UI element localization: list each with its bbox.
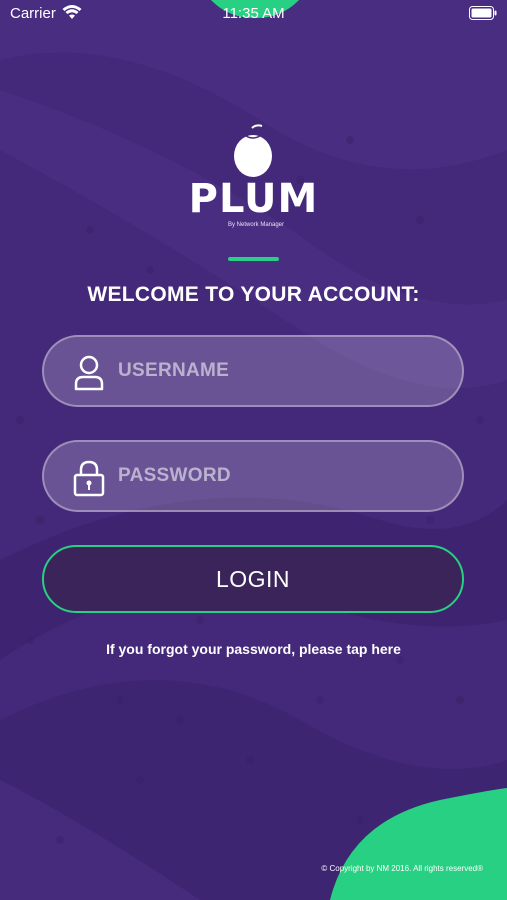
welcome-heading: WELCOME TO YOUR ACCOUNT: bbox=[87, 283, 420, 306]
logo-underline bbox=[228, 257, 279, 261]
copyright-text: © Copyright by NM 2016. All rights reser… bbox=[321, 864, 483, 873]
status-bar: Carrier 11:35 AM bbox=[0, 0, 507, 28]
logo-subtitle: By Network Manager bbox=[228, 222, 285, 228]
username-input[interactable] bbox=[118, 337, 438, 405]
user-icon bbox=[72, 354, 106, 397]
username-field[interactable] bbox=[42, 335, 464, 407]
forgot-password-link[interactable]: If you forgot your password, please tap … bbox=[0, 641, 507, 657]
password-field[interactable] bbox=[42, 440, 464, 512]
plum-icon bbox=[232, 124, 276, 183]
logo-title: PLUM bbox=[188, 176, 319, 222]
password-input[interactable] bbox=[118, 442, 438, 510]
login-button[interactable]: LOGIN bbox=[42, 545, 464, 613]
battery-icon bbox=[469, 6, 497, 24]
lock-icon bbox=[72, 459, 106, 502]
status-time: 11:35 AM bbox=[222, 5, 285, 22]
